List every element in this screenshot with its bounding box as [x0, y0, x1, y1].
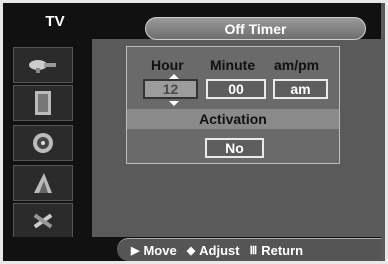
minute-label: Minute [210, 57, 256, 73]
activation-field[interactable]: No [205, 138, 264, 158]
up-down-arrows-icon: ◆ [186, 244, 196, 257]
tv-label: TV [3, 3, 107, 39]
menu-icon: Ⅲ [249, 244, 258, 257]
satellite-dish-icon [29, 60, 56, 73]
loudspeaker-icon [33, 133, 53, 153]
minute-field[interactable]: 00 [206, 79, 266, 99]
hour-label: Hour [151, 57, 184, 73]
hint-move-label: Move [143, 242, 177, 258]
hint-adjust-label: Adjust [199, 242, 240, 258]
speaker-box-icon [35, 91, 51, 115]
sidebar-item-channel[interactable] [13, 165, 73, 201]
hour-field[interactable]: 12 [143, 79, 198, 99]
hour-down-arrow-icon[interactable] [169, 101, 179, 106]
hint-bar: ▶ Move ◆ Adjust Ⅲ Return [117, 238, 381, 261]
ampm-field[interactable]: am [273, 79, 328, 99]
ampm-label: am/pm [274, 57, 320, 73]
sidebar [3, 39, 92, 241]
page-title: Off Timer [145, 17, 366, 40]
sidebar-item-picture[interactable] [13, 85, 73, 121]
sidebar-item-input[interactable] [13, 47, 73, 83]
hint-return-label: Return [261, 242, 304, 258]
sidebar-item-setup[interactable] [13, 203, 73, 239]
antenna-icon [34, 173, 52, 193]
sidebar-item-sound[interactable] [13, 125, 73, 161]
right-triangle-icon: ▶ [131, 244, 140, 257]
hint-move: ▶ Move [131, 243, 177, 258]
tools-icon [33, 213, 53, 229]
hint-adjust: ◆ Adjust [187, 243, 240, 258]
hint-return: Ⅲ Return [250, 243, 303, 258]
activation-label: Activation [127, 109, 339, 129]
